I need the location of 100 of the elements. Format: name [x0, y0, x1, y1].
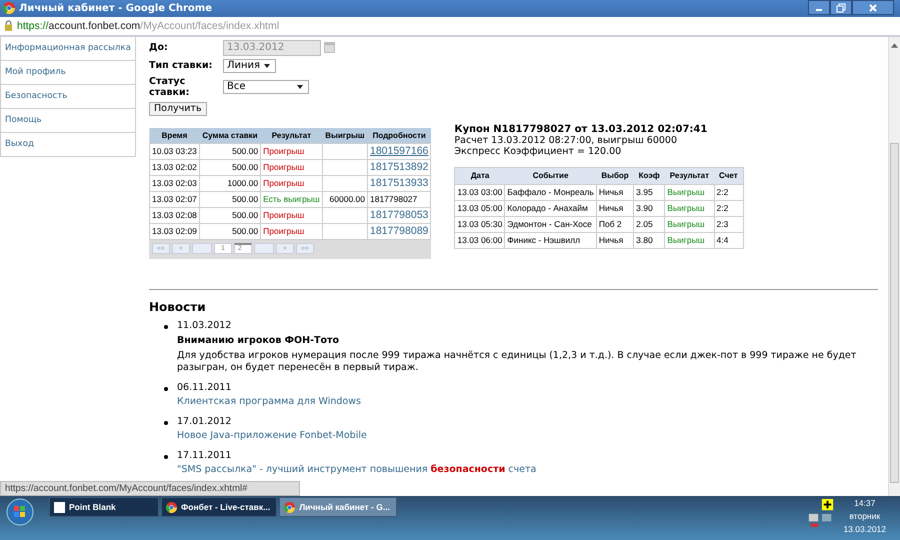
table-cell: Проигрыш — [260, 143, 322, 160]
field-label: До: — [149, 42, 169, 54]
news-link[interactable]: "SMS рассылка" - лучший инструмент повышения безопасности счета — [177, 464, 878, 477]
table-cell: Ничья — [596, 184, 634, 200]
table-cell: 3.95 — [634, 184, 665, 200]
news-heading: Новости — [149, 300, 207, 314]
table-cell: 13.03 05:00 — [454, 200, 505, 216]
table-cell: 3.90 — [634, 200, 665, 216]
news-link[interactable]: Клиентская программа для Windows — [177, 396, 878, 409]
clock-time: 14:37 — [854, 497, 876, 510]
table-cell: Есть выигрыш — [260, 191, 322, 208]
column-header: Выбор — [596, 167, 634, 184]
table-cell: Проигрыш — [260, 223, 322, 240]
field-label: Статус ставки: — [149, 76, 190, 98]
table-cell: 13.03 05:30 — [454, 216, 505, 232]
news-date: 17.11.2011 — [177, 450, 232, 462]
tray-icons-drawing[interactable] — [807, 499, 836, 528]
table-cell: Баффало - Монреаль — [504, 184, 596, 200]
sidebar-item[interactable]: Выход — [1, 132, 135, 156]
news-date: 11.03.2012 — [177, 320, 232, 332]
field-label: Тип ставки: — [149, 60, 214, 72]
table-cell: Колорадо - Анахайм — [504, 200, 596, 216]
browser-logo-icon — [284, 502, 296, 513]
taskbar-button[interactable]: Point Blank — [49, 497, 159, 518]
scrollbar[interactable] — [888, 36, 900, 496]
restore-button[interactable] — [830, 0, 852, 15]
bullet-icon — [164, 454, 168, 459]
table-cell: 13.03 02:03 — [150, 175, 200, 192]
column-header: Время — [150, 128, 200, 144]
submit-button[interactable]: Получить — [149, 102, 207, 116]
table-cell: Проигрыш — [260, 175, 322, 192]
bullet-icon — [164, 420, 168, 425]
column-header: Дата — [454, 167, 505, 184]
column-header: Счет — [714, 167, 744, 184]
news-date: 17.01.2012 — [177, 416, 232, 428]
window-title: Личный кабинет - Google Chrome — [19, 2, 214, 14]
table-cell: 13.03 06:00 — [454, 232, 505, 248]
column-header: Сумма ставки — [199, 128, 261, 144]
table-cell: 13.03 02:07 — [150, 191, 200, 208]
clock[interactable]: 14:37 вторник 13.03.2012 — [843, 497, 886, 536]
bullet-icon — [164, 386, 168, 391]
table-cell: 500.00 — [199, 143, 261, 160]
status-url: https://account.fonbet.com/MyAccount/faces/index.xhtml# — [0, 481, 300, 496]
column-header: Результат — [260, 128, 322, 144]
browser-logo-icon — [166, 502, 177, 513]
table-cell: 13.03 03:00 — [454, 184, 505, 200]
start-button[interactable] — [5, 497, 35, 528]
news-link[interactable]: Новое Java-приложение Fonbet-Mobile — [177, 430, 878, 443]
table-cell: Выигрыш — [664, 200, 714, 216]
bet-status-select[interactable]: Все — [223, 80, 309, 94]
clock-day: вторник — [849, 510, 880, 524]
coupon-express: Экспресс Коэффициент = 120.00 — [454, 146, 622, 157]
table-cell: 4:4 — [714, 232, 744, 248]
restore-icon — [836, 2, 846, 12]
table-cell: 500.00 — [199, 191, 261, 208]
sidebar-item[interactable]: Мой профиль — [1, 60, 135, 85]
sidebar-item[interactable]: Безопасность — [1, 84, 135, 109]
table-cell: 60000.00 — [322, 191, 368, 208]
table-cell: 13.03 02:09 — [150, 223, 200, 240]
minimize-button[interactable] — [808, 0, 830, 15]
column-header: Выигрыш — [322, 128, 368, 144]
column-header: Подробности — [367, 128, 431, 144]
sidebar-item[interactable]: Информационная рассылка — [1, 36, 135, 61]
close-button[interactable] — [852, 0, 894, 15]
table-cell: 2:2 — [714, 200, 744, 216]
column-header: Коэф — [634, 167, 665, 184]
close-icon — [868, 2, 878, 12]
table-cell: 500.00 — [199, 159, 261, 176]
table-cell: Выигрыш — [664, 232, 714, 248]
table-cell: 2:3 — [714, 216, 744, 232]
taskbar-button[interactable]: Фонбет - Live-ставк... — [161, 497, 278, 518]
table-cell: Поб 2 — [596, 216, 634, 232]
table-cell: Проигрыш — [260, 207, 322, 224]
column-header: Результат — [664, 167, 714, 184]
table-cell: 2.05 — [634, 216, 665, 232]
table-cell: 500.00 — [199, 207, 261, 224]
news-headline: Вниманию игроков ФОН-Тото — [177, 335, 340, 348]
caret-icon — [297, 84, 303, 89]
table-cell: Проигрыш — [260, 159, 322, 176]
bet-type-select[interactable]: Линия — [223, 58, 276, 73]
table-cell: Финикс - Нэшвилл — [504, 232, 596, 248]
coupon-settlement: Расчет 13.03.2012 08:27:00, выигрыш 60000 — [454, 134, 678, 146]
table-cell: Выигрыш — [664, 216, 714, 232]
sidebar-item[interactable]: Помощь — [1, 108, 135, 133]
bullet-icon — [164, 324, 168, 329]
table-cell: Выигрыш — [664, 184, 714, 200]
caret-icon — [264, 64, 270, 68]
url-text: https://account.fonbet.com/MyAccount/faces/index.xhtml — [17, 20, 280, 32]
table-cell: 1817798027 — [367, 191, 431, 208]
table-cell: 10.03 03:23 — [150, 143, 200, 160]
table-cell: Ничья — [596, 200, 634, 216]
table-cell: 13.03 02:08 — [150, 207, 200, 224]
window-icon — [54, 502, 65, 513]
table-cell: 2:2 — [714, 184, 744, 200]
table-cell: Ничья — [596, 232, 634, 248]
table-cell: 500.00 — [199, 223, 261, 240]
scroll-up-icon[interactable] — [891, 42, 898, 48]
taskbar-button[interactable]: Личный кабинет - G... — [279, 497, 397, 518]
coupon-title: Купон N1817798027 от 13.03.2012 02:07:41 — [454, 124, 708, 135]
column-header: Событие — [504, 167, 596, 184]
